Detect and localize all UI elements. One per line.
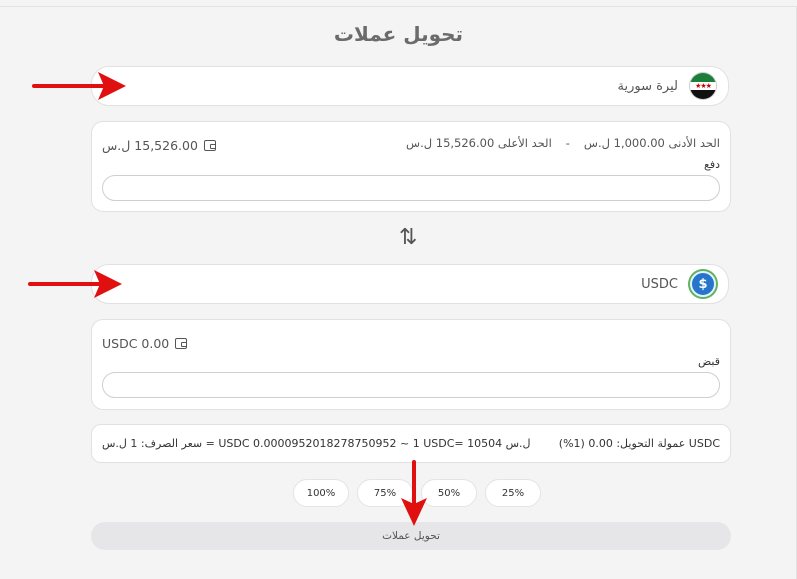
limit-min: الحد الأدنى 1,000.00 ل.س bbox=[583, 136, 720, 150]
pay-balance-value: 15,526.00 ل.س bbox=[102, 137, 198, 153]
pay-balance: 15,526.00 ل.س bbox=[102, 136, 216, 154]
swap-icon[interactable]: ⇅ bbox=[399, 225, 417, 250]
to-currency-selector[interactable]: $ USDC bbox=[91, 264, 729, 304]
pay-limits: الحد الأدنى 1,000.00 ل.س - الحد الأعلى 1… bbox=[406, 136, 720, 154]
wallet-icon bbox=[203, 139, 216, 151]
limit-separator: - bbox=[565, 136, 570, 150]
to-currency-name: USDC bbox=[641, 276, 678, 292]
pay-amount-input[interactable] bbox=[102, 175, 720, 201]
conversion-fee: عمولة التحويل: 0.00 (1%) USDC bbox=[558, 437, 720, 450]
annotation-arrow-icon bbox=[32, 72, 126, 100]
pay-label: دفع bbox=[703, 158, 720, 171]
annotation-arrow-icon bbox=[28, 270, 122, 298]
pay-card: 15,526.00 ل.س الحد الأدنى 1,000.00 ل.س -… bbox=[91, 121, 731, 212]
usdc-icon: $ bbox=[690, 271, 716, 297]
limit-max: الحد الأعلى 15,526.00 ل.س bbox=[406, 136, 552, 150]
receive-amount-input[interactable] bbox=[102, 372, 720, 398]
receive-label: قبض bbox=[697, 355, 720, 368]
page-title: تحويل عملات bbox=[333, 22, 464, 46]
receive-card: USDC 0.00 قبض bbox=[91, 319, 731, 410]
percent-25-button[interactable]: 25% bbox=[485, 479, 541, 507]
from-currency-selector[interactable]: ★★★ ليرة سورية bbox=[91, 66, 729, 106]
annotation-arrow-icon bbox=[401, 460, 427, 526]
from-currency-name: ليرة سورية bbox=[617, 78, 678, 94]
exchange-rate: سعر الصرف: 1 ل.س = USDC 0.00009520182787… bbox=[102, 437, 531, 450]
percent-100-button[interactable]: 100% bbox=[293, 479, 349, 507]
syria-flag-icon: ★★★ bbox=[690, 73, 716, 99]
receive-balance-value: USDC 0.00 bbox=[102, 335, 170, 351]
receive-balance: USDC 0.00 bbox=[102, 334, 188, 352]
wallet-icon bbox=[175, 337, 188, 349]
